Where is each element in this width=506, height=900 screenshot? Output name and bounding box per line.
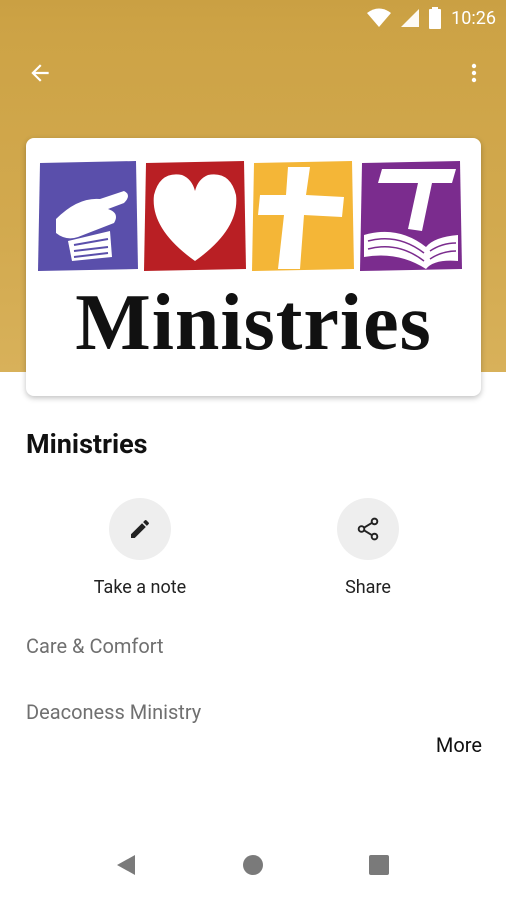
take-a-note-action[interactable]: Take a note — [60, 498, 220, 598]
take-a-note-button[interactable] — [109, 498, 171, 560]
share-button[interactable] — [337, 498, 399, 560]
share-label: Share — [345, 577, 391, 598]
page-title: Ministries — [26, 428, 148, 460]
status-bar: 10:26 — [0, 0, 506, 36]
heart-tile — [144, 161, 246, 271]
share-action[interactable]: Share — [288, 498, 448, 598]
system-navigation-bar — [0, 830, 506, 900]
nav-recents-button[interactable] — [364, 850, 394, 880]
app-bar — [0, 36, 506, 110]
share-icon — [357, 517, 379, 541]
bible-tile — [360, 161, 462, 271]
status-time: 10:26 — [451, 7, 496, 29]
overflow-menu-button[interactable] — [454, 53, 494, 93]
logo-tiles — [38, 161, 462, 271]
status-icons: 10:26 — [367, 6, 496, 30]
pencil-icon — [131, 519, 149, 538]
arrow-back-icon — [31, 64, 49, 82]
nav-home-button[interactable] — [238, 850, 268, 880]
list-item-deaconess-ministry[interactable]: Deaconess Ministry — [26, 700, 201, 724]
back-button[interactable] — [20, 53, 60, 93]
battery-icon — [429, 7, 442, 29]
nav-recents-icon — [369, 855, 389, 875]
more-vert-icon — [471, 63, 477, 83]
list-item-care-comfort[interactable]: Care & Comfort — [26, 634, 164, 658]
wifi-icon — [367, 8, 392, 27]
more-button[interactable]: More — [436, 733, 482, 757]
logo-wordmark: Ministries — [75, 279, 432, 367]
nav-back-icon — [117, 855, 135, 875]
nav-back-button[interactable] — [111, 850, 141, 880]
take-a-note-label: Take a note — [93, 577, 187, 598]
hands-tile — [38, 161, 138, 271]
nav-home-icon — [243, 855, 263, 875]
signal-icon — [401, 9, 420, 27]
ministries-logo-card: Ministries — [26, 138, 481, 396]
cross-tile — [252, 161, 354, 271]
